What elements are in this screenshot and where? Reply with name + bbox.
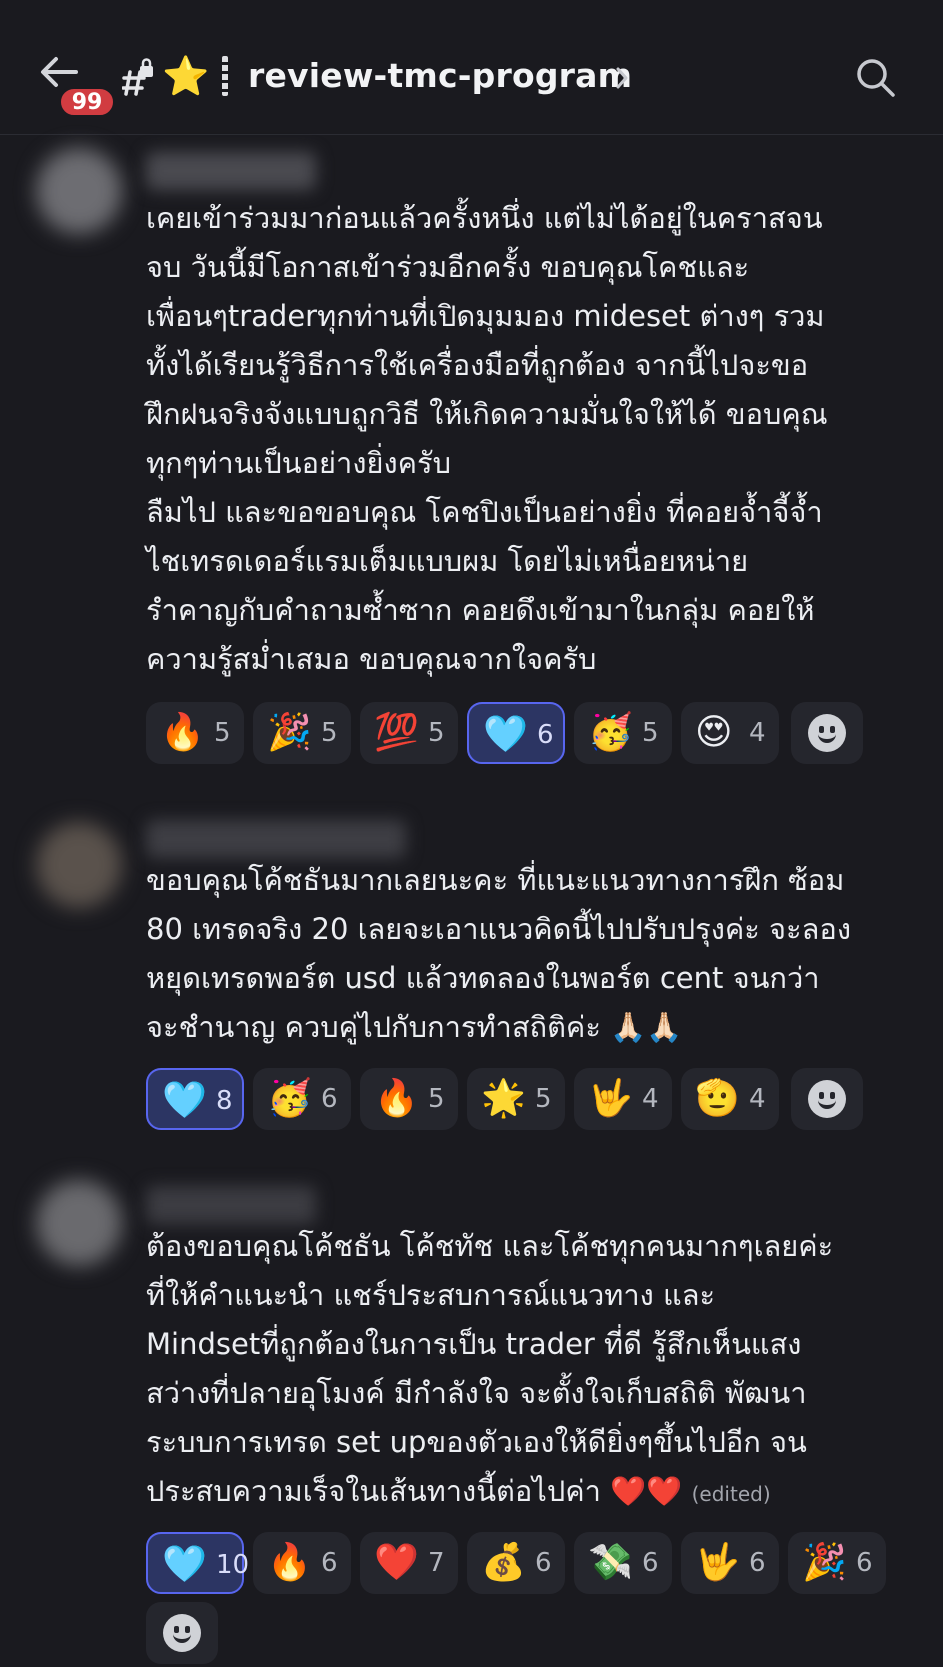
add-reaction-icon (808, 1080, 846, 1118)
username[interactable] (146, 1186, 316, 1224)
add-reaction-icon (808, 714, 846, 752)
reaction-pill[interactable]: 🌟 5 (467, 1068, 565, 1130)
reaction-pill[interactable]: 🔥 5 (360, 1068, 458, 1130)
reaction-pill[interactable]: 🥳 5 (574, 702, 672, 764)
reaction-pill[interactable]: 🎉 6 (788, 1532, 886, 1594)
reaction-pill[interactable]: 🤟 6 (681, 1532, 779, 1594)
avatar[interactable] (36, 822, 122, 908)
search-icon (857, 59, 895, 97)
channel-name[interactable]: review-tmc-program (248, 52, 632, 100)
reaction-pill[interactable]: 💰 6 (467, 1532, 565, 1594)
add-reaction-button[interactable] (791, 1068, 863, 1130)
reaction-pill[interactable]: 😍 4 (681, 702, 779, 764)
reaction-pill[interactable]: 🫡 4 (681, 1068, 779, 1130)
hash-lock-icon (122, 58, 153, 96)
username[interactable] (146, 152, 316, 190)
message-text: ต้องขอบคุณโค้ชธัน โค้ชทัช และโค้ชทุกคนมา… (146, 1229, 834, 1508)
reaction-pill[interactable]: 💯 5 (360, 702, 458, 764)
reaction-pill[interactable]: 🩵 8 (146, 1068, 244, 1130)
channel-header: 99 ⭐ review-tmc-program (0, 0, 943, 135)
search-button[interactable] (852, 54, 900, 102)
unread-badge: 99 (58, 86, 116, 118)
avatar[interactable] (36, 1180, 122, 1266)
reaction-pill[interactable]: ❤️ 7 (360, 1532, 458, 1594)
message-text: ขอบคุณโค้ชธันมากเลยนะคะ ที่แนะแนวทางการฝ… (146, 863, 851, 1044)
username[interactable] (146, 820, 406, 858)
edited-label: (edited) (691, 1482, 771, 1506)
reaction-pill[interactable]: 💸 6 (574, 1532, 672, 1594)
add-reaction-button[interactable] (146, 1602, 218, 1664)
reaction-pill[interactable]: 🎉 5 (253, 702, 351, 764)
add-reaction-icon (163, 1614, 201, 1652)
reaction-pill[interactable]: 🔥 5 (146, 702, 244, 764)
channel-emoji: ⭐ (162, 54, 210, 98)
reaction-pill[interactable]: 🩵 6 (467, 702, 565, 764)
reaction-pill[interactable]: 🥳 6 (253, 1068, 351, 1130)
avatar[interactable] (36, 148, 122, 234)
reaction-pill[interactable]: 🤟 4 (574, 1068, 672, 1130)
reaction-pill[interactable]: 🔥 6 (253, 1532, 351, 1594)
message-text: เคยเข้าร่วมมาก่อนแล้วครั้งหนึ่ง แต่ไม่ได… (146, 201, 828, 676)
add-reaction-button[interactable] (791, 702, 863, 764)
channel-divider (222, 56, 228, 96)
reaction-pill[interactable]: 🩵 10 (146, 1532, 249, 1594)
chevron-right-icon[interactable] (612, 64, 632, 92)
